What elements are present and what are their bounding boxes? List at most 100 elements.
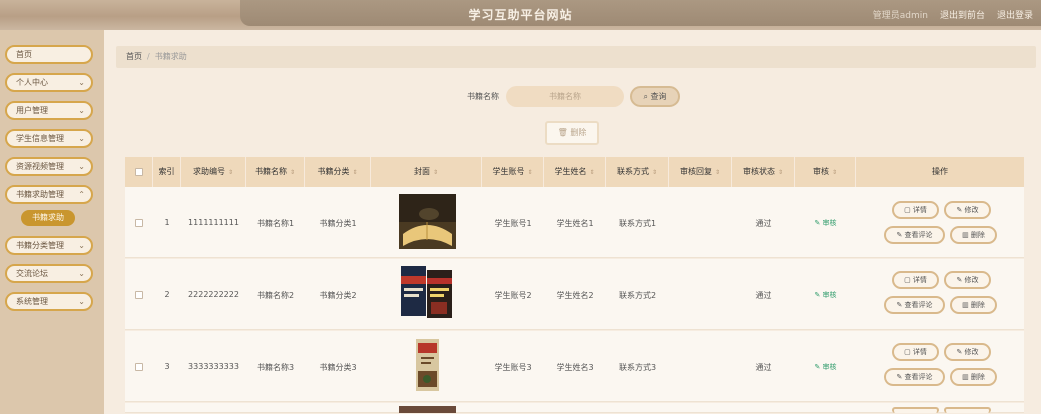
cell-name: 书籍名称2 <box>256 291 295 300</box>
view-comments-label: 查看评论 <box>904 373 933 381</box>
search-button[interactable]: ⌕ 查询 <box>630 86 680 107</box>
column-header-label: 书籍名称 <box>254 167 287 176</box>
edit-button[interactable] <box>944 407 991 413</box>
detail-button[interactable]: ▢ 详情 <box>892 201 939 219</box>
sort-icon[interactable]: ⇕ <box>652 169 657 176</box>
breadcrumb-home[interactable]: 首页 <box>126 52 142 61</box>
cell-account: 学生账号1 <box>494 219 532 228</box>
column-header-account[interactable]: 学生账号 ⇕ <box>482 157 544 187</box>
view-comments-button[interactable]: ✎ 查看评论 <box>884 226 945 244</box>
search-icon: ⌕ <box>643 92 648 101</box>
sidebar-item-system[interactable]: 系统管理 ⌄ <box>5 292 93 311</box>
sort-icon[interactable]: ⇕ <box>589 169 594 176</box>
edit-label: 修改 <box>964 348 979 356</box>
search-input[interactable] <box>506 86 624 107</box>
row-checkbox[interactable] <box>135 291 143 299</box>
book-cover-image <box>399 406 456 413</box>
header-links: 管理员admin 退出到前台 退出登录 <box>873 8 1033 21</box>
sort-icon[interactable]: ⇕ <box>433 169 438 176</box>
sort-icon[interactable]: ⇕ <box>527 169 532 176</box>
admin-user-link[interactable]: 管理员admin <box>873 8 928 21</box>
cell-name: 书籍名称3 <box>256 363 295 372</box>
edit-label: 修改 <box>964 206 979 214</box>
book-cover-image <box>399 264 456 322</box>
column-header-contact[interactable]: 联系方式 ⇕ <box>606 157 669 187</box>
column-header-category[interactable]: 书籍分类 ⇕ <box>305 157 371 187</box>
sort-icon[interactable]: ⇕ <box>715 169 720 176</box>
sidebar-item-label: 系统管理 <box>16 297 48 306</box>
exit-to-front-link[interactable]: 退出到前台 <box>940 8 985 21</box>
trash-icon: ▥ <box>962 373 969 381</box>
delete-button[interactable]: ▥ 删除 <box>950 296 997 314</box>
column-header-cover[interactable]: 封面 ⇕ <box>371 157 482 187</box>
chevron-down-icon: ⌄ <box>78 78 85 87</box>
sidebar-item-book-help[interactable]: 书籍求助管理 ⌃ <box>5 185 93 204</box>
breadcrumb: 首页 / 书籍求助 <box>116 46 1036 68</box>
column-header-label: 审核状态 <box>742 167 775 176</box>
audit-link[interactable]: ✎ 审核 <box>795 290 856 300</box>
detail-icon: ▢ <box>904 206 911 214</box>
delete-label: 删除 <box>970 301 985 309</box>
edit-button[interactable]: ✎ 修改 <box>944 201 991 219</box>
cell-category: 书籍分类2 <box>319 291 357 300</box>
sidebar-item-user-management[interactable]: 用户管理 ⌄ <box>5 101 93 120</box>
sidebar-item-home[interactable]: 首页 <box>5 45 93 64</box>
sidebar-item-forum[interactable]: 交流论坛 ⌄ <box>5 264 93 283</box>
sort-icon[interactable]: ⇕ <box>290 169 295 176</box>
audit-link[interactable]: ✎ 审核 <box>795 218 856 228</box>
column-header-status[interactable]: 审核状态 ⇕ <box>732 157 795 187</box>
select-all-cell <box>125 157 153 187</box>
row-checkbox[interactable] <box>135 219 143 227</box>
view-comments-label: 查看评论 <box>904 231 933 239</box>
column-header-student[interactable]: 学生姓名 ⇕ <box>544 157 606 187</box>
column-header-label: 联系方式 <box>616 167 649 176</box>
edit-icon: ✎ <box>956 276 963 284</box>
delete-button[interactable]: ▥ 删除 <box>950 368 997 386</box>
view-comments-button[interactable]: ✎ 查看评论 <box>884 296 945 314</box>
select-all-checkbox[interactable] <box>135 168 143 176</box>
column-header-actions: 操作 <box>932 167 948 176</box>
column-header-code[interactable]: 求助编号 ⇕ <box>181 157 246 187</box>
sort-icon[interactable]: ⇕ <box>228 169 233 176</box>
comment-icon: ✎ <box>896 373 903 381</box>
audit-icon: ✎ <box>814 363 821 371</box>
trash-icon: ▥ <box>962 301 969 309</box>
comment-icon: ✎ <box>896 231 903 239</box>
cell-category: 书籍分类1 <box>319 219 357 228</box>
cell-status: 通过 <box>755 291 772 300</box>
column-header-audit[interactable]: 审核 ⇕ <box>795 157 856 187</box>
sidebar-item-book-category[interactable]: 书籍分类管理 ⌄ <box>5 236 93 255</box>
detail-icon: ▢ <box>904 276 911 284</box>
sidebar-item-student-info[interactable]: 学生信息管理 ⌄ <box>5 129 93 148</box>
sidebar: 首页 个人中心 ⌄ 用户管理 ⌄ 学生信息管理 ⌄ 资源视频管理 ⌄ 书籍求助管理 ⌃ 书… <box>0 30 104 414</box>
table-row: 2 2222222222 书籍名称2 书籍分类2 学生账号2 学生姓名2 联系方… <box>125 259 1024 330</box>
sidebar-subitem-book-help[interactable]: 书籍求助 <box>21 210 75 226</box>
chevron-up-icon: ⌃ <box>78 190 85 199</box>
sort-icon[interactable]: ⇕ <box>832 169 837 176</box>
table-row: 3 3333333333 书籍名称3 书籍分类3 学生账号3 学生姓名3 联系方… <box>125 331 1024 402</box>
trash-icon: 🗑︎ <box>557 128 568 137</box>
chevron-down-icon: ⌄ <box>78 162 85 171</box>
sidebar-item-video-resources[interactable]: 资源视频管理 ⌄ <box>5 157 93 176</box>
detail-button[interactable]: ▢ 详情 <box>892 271 939 289</box>
sort-icon[interactable]: ⇕ <box>778 169 783 176</box>
column-header-label: 书籍分类 <box>317 167 350 176</box>
batch-delete-button[interactable]: 🗑︎ 删除 <box>545 121 599 145</box>
audit-label: 审核 <box>822 363 837 371</box>
edit-icon: ✎ <box>956 348 963 356</box>
cell-index: 3 <box>164 362 170 371</box>
audit-link[interactable]: ✎ 审核 <box>795 362 856 372</box>
column-header-name[interactable]: 书籍名称 ⇕ <box>246 157 305 187</box>
detail-button[interactable] <box>892 407 939 413</box>
sort-icon[interactable]: ⇕ <box>352 169 357 176</box>
edit-button[interactable]: ✎ 修改 <box>944 343 991 361</box>
edit-button[interactable]: ✎ 修改 <box>944 271 991 289</box>
audit-label: 审核 <box>822 219 837 227</box>
column-header-reply[interactable]: 审核回复 ⇕ <box>669 157 732 187</box>
view-comments-button[interactable]: ✎ 查看评论 <box>884 368 945 386</box>
delete-button[interactable]: ▥ 删除 <box>950 226 997 244</box>
sidebar-item-personal-center[interactable]: 个人中心 ⌄ <box>5 73 93 92</box>
detail-button[interactable]: ▢ 详情 <box>892 343 939 361</box>
logout-link[interactable]: 退出登录 <box>997 8 1033 21</box>
row-checkbox[interactable] <box>135 363 143 371</box>
